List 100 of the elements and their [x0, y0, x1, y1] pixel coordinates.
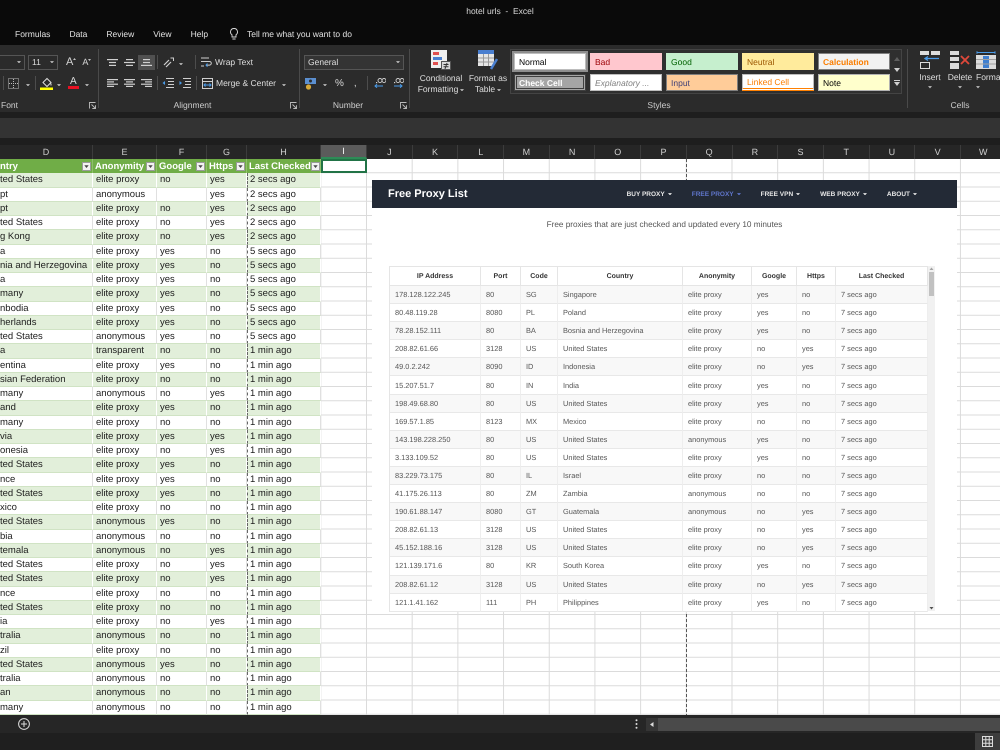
- lines-right-arrow-icon[interactable]: [179, 78, 191, 88]
- table-cell: 1 min ago: [247, 430, 321, 444]
- filter-dropdown-icon[interactable]: [310, 162, 320, 171]
- grid-icon[interactable]: [975, 733, 1000, 750]
- selected-cell[interactable]: [321, 159, 367, 174]
- table-cell: nia and Herzegovina: [0, 258, 93, 273]
- table-cell: herlands: [0, 316, 93, 330]
- table-cell: 1 min ago: [247, 486, 321, 501]
- align-middle-icon[interactable]: [124, 58, 135, 66]
- shrink-font-button[interactable]: A: [82, 57, 92, 67]
- table-cell: 1 min ago: [247, 629, 321, 644]
- table-cell: 5 secs ago: [247, 258, 321, 273]
- money-icon[interactable]: [305, 76, 318, 90]
- zeros-right-arrow-icon[interactable]: [392, 78, 404, 88]
- ribbon-tab[interactable]: Help: [190, 28, 208, 38]
- ribbon-tab[interactable]: Formulas: [15, 28, 50, 38]
- table-cell: elite proxy: [93, 230, 157, 244]
- table-cell: yes: [207, 202, 247, 216]
- table-cell: no: [157, 686, 207, 700]
- merge-center-button[interactable]: Merge & Center: [202, 78, 286, 88]
- caret-icon[interactable]: [26, 84, 30, 86]
- caret-icon: [396, 60, 400, 64]
- align-right-icon[interactable]: [141, 79, 152, 87]
- wrap-text-button[interactable]: Wrap Text: [201, 56, 253, 68]
- cell-style-swatch[interactable]: Bad: [590, 53, 662, 70]
- vertical-scrollbar[interactable]: [928, 266, 935, 611]
- align-top-icon[interactable]: [107, 58, 118, 66]
- table-cell: no: [207, 458, 247, 472]
- cell-style-swatch[interactable]: Good: [666, 53, 738, 70]
- align-left-icon[interactable]: [107, 79, 118, 87]
- orientation-icon[interactable]: [163, 56, 174, 68]
- table-cell: no: [207, 344, 247, 358]
- table-cell: yes: [157, 658, 207, 672]
- table-cell: no: [157, 572, 207, 586]
- caret-icon[interactable]: [57, 84, 61, 86]
- caret-icon: [17, 60, 21, 64]
- corner-arrow-icon[interactable]: [400, 102, 406, 108]
- expand-gallery-icon[interactable]: [894, 80, 900, 86]
- cells-command-button[interactable]: Delete: [946, 51, 974, 98]
- cell-style-swatch[interactable]: Normal: [514, 53, 586, 70]
- header-text: Google: [159, 160, 192, 172]
- table-cell: and: [0, 401, 93, 416]
- comma-button[interactable]: ,: [354, 78, 357, 88]
- ribbon-tab[interactable]: Data: [69, 28, 88, 38]
- cell-style-swatch[interactable]: Note: [818, 74, 890, 91]
- group-label: Styles: [647, 100, 671, 110]
- lines-left-arrow-icon[interactable]: [162, 78, 174, 88]
- table-cell: anonymous: [93, 686, 157, 700]
- add-sheet-icon[interactable]: [18, 718, 30, 730]
- colored-grid-icon: [431, 50, 451, 70]
- number-format-field[interactable]: General: [304, 54, 404, 70]
- table-cell: yes: [207, 572, 247, 586]
- font-name-field[interactable]: [0, 54, 25, 70]
- table-cell: no: [157, 600, 207, 615]
- table-cell: no: [157, 344, 207, 358]
- table-cell: sian Federation: [0, 372, 93, 387]
- caret-icon[interactable]: [179, 62, 183, 65]
- align-bottom-icon[interactable]: [138, 54, 155, 70]
- more-options-icon[interactable]: [635, 719, 638, 729]
- table-cell: a: [0, 344, 93, 358]
- cell-style-swatch[interactable]: Input: [666, 74, 738, 91]
- table-cell: 2 secs ago: [247, 230, 321, 244]
- table-cell: yes: [207, 230, 247, 244]
- table-cell: elite proxy: [93, 316, 157, 330]
- table-cell: yes: [157, 486, 207, 501]
- align-center-icon[interactable]: [124, 79, 135, 87]
- table-cell: 1 min ago: [247, 372, 321, 387]
- tell-me-search[interactable]: Tell me what you want to do: [247, 28, 352, 38]
- horizontal-scrollbar[interactable]: [646, 718, 1000, 730]
- filter-dropdown-icon[interactable]: [146, 162, 155, 171]
- format-as-table-button[interactable]: Format as Table: [468, 49, 508, 98]
- caret-icon[interactable]: [84, 84, 89, 86]
- percent-button[interactable]: %: [335, 78, 344, 88]
- cell-style-swatch[interactable]: Neutral: [742, 53, 814, 70]
- column-header[interactable]: I: [321, 145, 367, 159]
- borders-icon[interactable]: [8, 78, 19, 88]
- site-title[interactable]: Free Proxy List: [388, 188, 468, 200]
- paint-bucket-icon[interactable]: [40, 76, 53, 90]
- corner-arrow-icon[interactable]: [88, 102, 96, 108]
- grow-font-button[interactable]: A: [66, 56, 76, 68]
- caret-icon[interactable]: [323, 84, 327, 86]
- cells-command-button[interactable]: Insert: [916, 51, 944, 98]
- font-color-button[interactable]: A: [68, 77, 79, 89]
- filter-dropdown-icon[interactable]: [82, 162, 91, 171]
- filter-dropdown-icon[interactable]: [236, 162, 245, 171]
- scroll-down-icon[interactable]: [894, 68, 900, 72]
- table-cell: no: [157, 230, 207, 244]
- font-size-field[interactable]: 11: [28, 54, 58, 70]
- zeros-left-arrow-icon[interactable]: [374, 78, 386, 88]
- caret-icon: [50, 60, 54, 64]
- ribbon-tab[interactable]: View: [153, 28, 172, 38]
- group-label: Number: [332, 100, 364, 110]
- filter-dropdown-icon[interactable]: [196, 162, 205, 171]
- scroll-left-icon[interactable]: [646, 718, 658, 730]
- header-text: Anonymity: [95, 160, 144, 172]
- cell-style-swatch[interactable]: Explanatory ...: [590, 74, 662, 91]
- conditional-formatting-button[interactable]: Conditional Formatting: [416, 49, 466, 98]
- corner-arrow-icon[interactable]: [290, 102, 296, 108]
- table-cell: no: [207, 258, 247, 273]
- ribbon-tab[interactable]: Review: [106, 28, 134, 38]
